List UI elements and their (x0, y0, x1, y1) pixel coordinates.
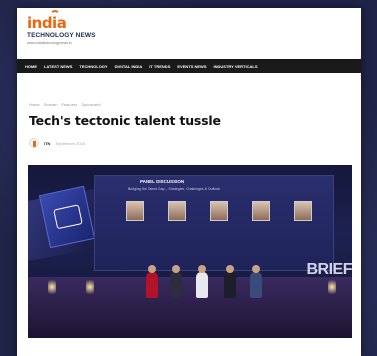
panelist-head (252, 265, 260, 273)
panelist-head (198, 265, 206, 273)
stage-light (328, 277, 336, 297)
site-tagline: www.indiatechnologynews.in (27, 41, 72, 45)
panelist (146, 272, 158, 298)
panelist-portrait (252, 201, 270, 221)
panelist-head (172, 265, 180, 273)
nav-item-industry-verticals[interactable]: INDUSTRY VERTICALS (214, 64, 258, 69)
panelist (170, 272, 182, 298)
panelist (196, 272, 208, 298)
panelist-head (148, 265, 156, 273)
author-name[interactable]: ITN (44, 141, 50, 146)
panelist-portrait (294, 201, 312, 221)
nav-item-digital-india[interactable]: DIGITAL INDIA (115, 64, 143, 69)
breadcrumb-item[interactable]: Sponsored (81, 102, 100, 107)
breadcrumb-item[interactable]: Domain (44, 102, 58, 107)
nav-item-events-news[interactable]: EVENTS NEWS (177, 64, 206, 69)
hero-image: PANEL DISCUSSION Bridging the Talent Gap… (28, 165, 352, 338)
panelist-portrait (210, 201, 228, 221)
publish-date: September 2023 (55, 140, 86, 146)
stage-floor (28, 277, 352, 338)
panelist-portrait (126, 201, 144, 221)
site-logo-subtitle: TECHNOLOGY NEWS (27, 32, 96, 39)
panelist (224, 272, 236, 298)
panelist (250, 272, 262, 298)
panelist-head (226, 265, 234, 273)
article-headline: Tech's tectonic talent tussle (29, 113, 221, 128)
nav-item-latest-news[interactable]: LATEST NEWS (44, 64, 72, 69)
screen-subtitle: Bridging the Talent Gap – Strategies, Ch… (128, 187, 220, 191)
nav-item-technology[interactable]: TECHNOLOGY (79, 64, 107, 69)
stage-light (86, 277, 94, 297)
stage-light (48, 277, 56, 297)
panelist-portrait (168, 201, 186, 221)
breadcrumb: Home Domain Features Sponsored (29, 102, 101, 107)
byline: ITN September 2023 (29, 138, 85, 148)
stage-backdrop-text: BRIEF (306, 261, 353, 278)
breadcrumb-item[interactable]: Features (61, 102, 77, 107)
author-avatar[interactable] (29, 138, 39, 148)
main-nav: HOME LATEST NEWS TECHNOLOGY DIGITAL INDI… (17, 59, 361, 73)
breadcrumb-item[interactable]: Home (29, 102, 40, 107)
nav-item-it-trends[interactable]: IT TRENDS (149, 64, 170, 69)
site-logo[interactable]: india (27, 14, 67, 32)
screen-title: PANEL DISCUSSION (140, 179, 185, 184)
nav-item-home[interactable]: HOME (25, 64, 37, 69)
site-header: india TECHNOLOGY NEWS www.indiatechnolog… (17, 8, 361, 58)
article-page: india TECHNOLOGY NEWS www.indiatechnolog… (17, 8, 361, 356)
